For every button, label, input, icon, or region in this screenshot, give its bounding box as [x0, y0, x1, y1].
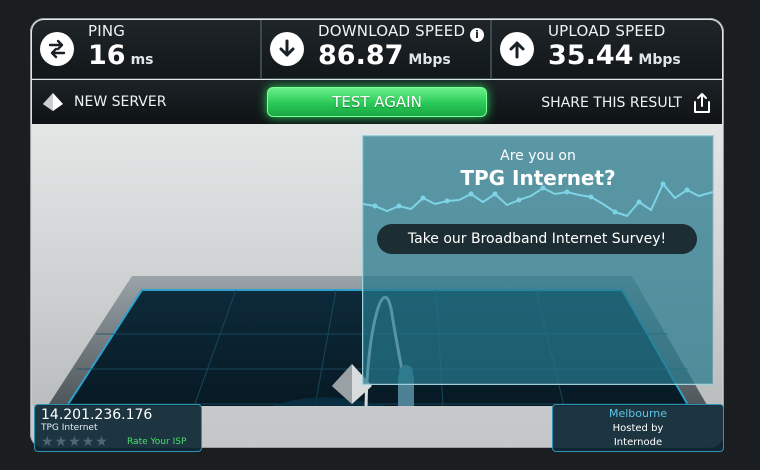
ping-panel: PING 16 ms: [32, 20, 260, 78]
info-icon[interactable]: i: [470, 28, 484, 42]
server-hosted-by: Hosted by: [612, 423, 664, 434]
download-panel: DOWNLOAD SPEED 86.87 Mbps i: [260, 20, 490, 78]
upload-panel: UPLOAD SPEED 35.44 Mbps: [490, 20, 722, 78]
star-icon[interactable]: ★: [95, 435, 108, 449]
new-server-label: NEW SERVER: [74, 94, 167, 110]
download-value: 86.87 Mbps: [318, 40, 451, 71]
share-result-label: SHARE THIS RESULT: [541, 95, 682, 111]
rate-isp-link[interactable]: Rate Your ISP: [127, 437, 186, 447]
download-unit: Mbps: [408, 52, 451, 68]
ping-label: PING: [88, 22, 126, 40]
survey-button[interactable]: Take our Broadband Internet Survey!: [377, 224, 697, 254]
upload-value: 35.44 Mbps: [548, 40, 681, 71]
pyramid-icon: [43, 93, 63, 111]
share-icon: [694, 93, 710, 113]
ping-value: 16 ms: [88, 40, 154, 71]
action-bar: NEW SERVER TEST AGAIN SHARE THIS RESULT: [32, 80, 722, 125]
server-info-panel: Melbourne Hosted by Internode: [552, 404, 724, 452]
survey-question: Are you on: [500, 148, 576, 164]
share-result-button[interactable]: SHARE THIS RESULT: [541, 92, 712, 114]
upload-label: UPLOAD SPEED: [548, 22, 666, 40]
star-icon[interactable]: ★: [55, 435, 68, 449]
star-icon[interactable]: ★: [82, 435, 95, 449]
client-isp: TPG Internet: [41, 423, 98, 433]
isp-rating-stars[interactable]: ★ ★ ★ ★ ★: [41, 435, 109, 449]
client-info-panel: 14.201.236.176 TPG Internet ★ ★ ★ ★ ★ Ra…: [34, 404, 202, 452]
new-server-button[interactable]: NEW SERVER: [42, 92, 166, 112]
arrow-up-icon: [500, 32, 534, 66]
client-ip: 14.201.236.176: [41, 407, 153, 423]
star-icon[interactable]: ★: [68, 435, 81, 449]
arrow-down-icon: [270, 32, 304, 66]
star-icon[interactable]: ★: [41, 435, 54, 449]
upload-unit: Mbps: [638, 52, 681, 68]
results-bar: PING 16 ms DOWNLOAD SPEED 86.87 Mbps i UPL…: [32, 20, 722, 79]
isp-survey-panel: Are you on TPG Internet? Take our Broadb…: [362, 135, 714, 385]
test-again-button[interactable]: TEST AGAIN: [267, 87, 487, 117]
server-host: Internode: [613, 437, 663, 448]
exchange-arrows-icon: [40, 32, 74, 66]
server-city: Melbourne: [608, 407, 668, 420]
ping-unit: ms: [130, 52, 154, 68]
download-label: DOWNLOAD SPEED: [318, 22, 466, 40]
